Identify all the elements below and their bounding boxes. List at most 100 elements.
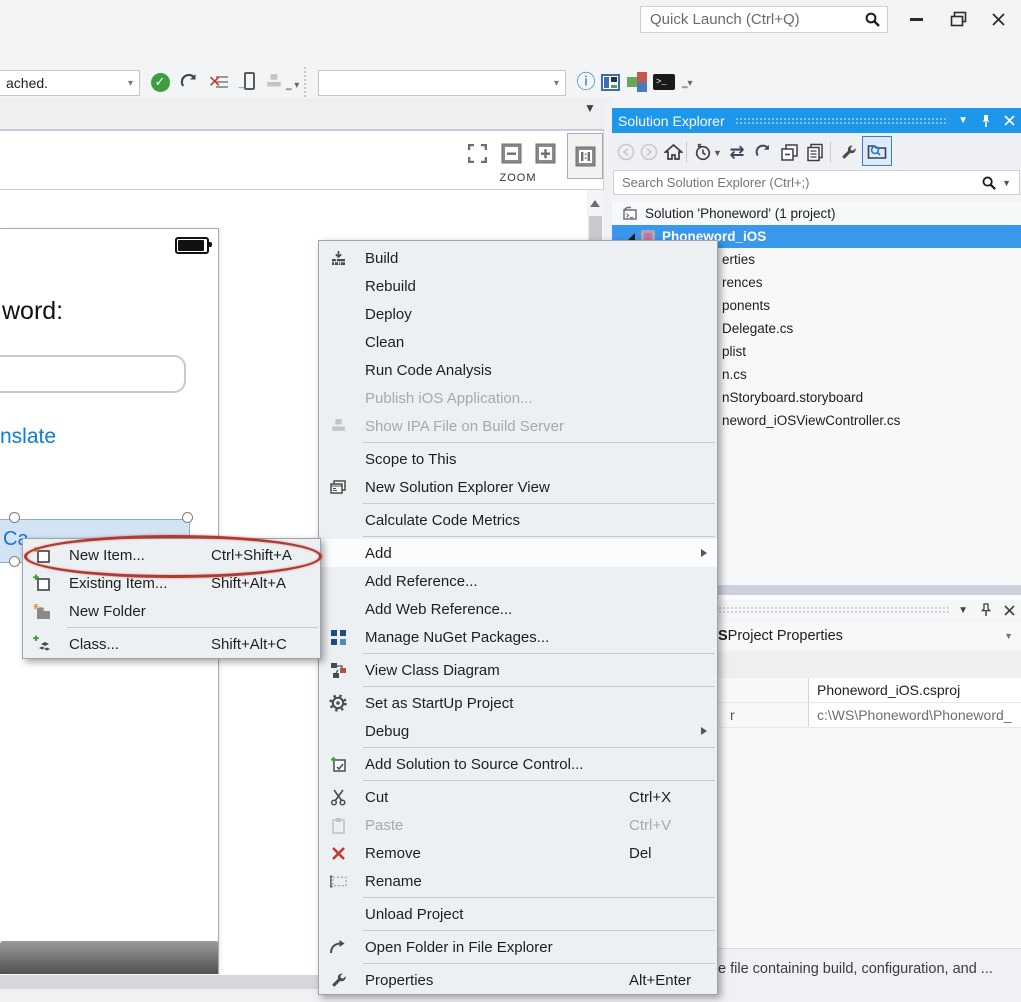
deploy-device-button[interactable]: →: [234, 70, 258, 94]
zoom-out-button[interactable]: [498, 140, 524, 166]
pin-icon[interactable]: [980, 114, 992, 128]
solution-explorer-search[interactable]: Search Solution Explorer (Ctrl+;) ▼: [613, 170, 1020, 195]
back-icon[interactable]: [615, 141, 637, 163]
menu-item-set-as-startup[interactable]: Set as StartUp Project: [319, 689, 717, 717]
menu-separator: [363, 897, 715, 898]
menu-item-rename[interactable]: Rename: [319, 867, 717, 895]
zoom-label: ZOOM: [466, 172, 570, 184]
expander-icon[interactable]: [628, 233, 635, 240]
curved-arrow-icon: [329, 938, 347, 956]
selection-handle[interactable]: [9, 512, 20, 523]
minimize-button[interactable]: [902, 8, 930, 30]
menu-item-unload-project[interactable]: Unload Project: [319, 900, 717, 928]
refresh-button[interactable]: [177, 70, 201, 94]
chevron-down-icon[interactable]: ▼: [958, 115, 968, 126]
search-icon[interactable]: [864, 11, 881, 28]
menu-item-add[interactable]: Add: [319, 539, 717, 567]
collapse-all-icon[interactable]: [778, 141, 800, 163]
chevron-down-icon[interactable]: ▼: [1002, 178, 1011, 188]
home-icon[interactable]: [662, 141, 684, 163]
properties-wrench-icon[interactable]: [837, 141, 859, 163]
debug-target-combobox[interactable]: ached. ▾: [0, 70, 140, 96]
show-all-files-icon[interactable]: [804, 141, 826, 163]
menu-item-add-reference[interactable]: Add Reference...: [319, 567, 717, 595]
info-button[interactable]: ⓘ: [574, 70, 598, 94]
menu-item-new-solution-explorer-view[interactable]: New Solution Explorer View: [319, 473, 717, 501]
menu-separator: [363, 780, 715, 781]
menu-item-add-to-source-control[interactable]: Add Solution to Source Control...: [319, 750, 717, 778]
pending-changes-filter-icon[interactable]: [692, 141, 714, 163]
zoom-in-button[interactable]: [532, 140, 558, 166]
selection-handle[interactable]: [9, 556, 20, 567]
refresh-icon[interactable]: [752, 141, 774, 163]
property-value[interactable]: c:\WS\Phoneword\Phoneword_: [808, 703, 1021, 727]
components-button[interactable]: [625, 70, 649, 94]
phone-label-fragment: word:: [2, 297, 63, 326]
document-overflow-button[interactable]: ▼: [584, 101, 596, 115]
preview-selected-items-button[interactable]: [862, 136, 892, 166]
stamp-icon: [329, 417, 347, 435]
close-icon[interactable]: [1004, 605, 1015, 616]
titlebar-texture: [735, 117, 948, 125]
menu-item-add-web-reference[interactable]: Add Web Reference...: [319, 595, 717, 623]
forward-icon[interactable]: [638, 141, 660, 163]
menu-item-rebuild[interactable]: Rebuild: [319, 272, 717, 300]
menu-item-run-code-analysis[interactable]: Run Code Analysis: [319, 356, 717, 384]
menu-item-clean[interactable]: Clean: [319, 328, 717, 356]
minus-square-icon: [501, 143, 522, 164]
phone-translate-link-fragment[interactable]: nslate: [0, 425, 56, 449]
menu-item-cut[interactable]: Cut Ctrl+X: [319, 783, 717, 811]
console-button[interactable]: >_: [652, 70, 676, 94]
clear-list-button[interactable]: ✕: [206, 70, 230, 94]
zoom-fit-button[interactable]: [464, 140, 490, 166]
submenu-item-new-folder[interactable]: New Folder: [23, 597, 320, 625]
property-value[interactable]: Phoneword_iOS.csproj: [808, 678, 1021, 702]
fit-to-window-icon: [468, 144, 487, 163]
toolbar-combobox-2[interactable]: ▾: [318, 70, 566, 96]
scroll-up-icon[interactable]: [590, 200, 600, 207]
close-button[interactable]: [984, 8, 1012, 30]
menu-item-show-ipa[interactable]: Show IPA File on Build Server: [319, 412, 717, 440]
menu-item-deploy[interactable]: Deploy: [319, 300, 717, 328]
chevron-down-icon: ▼: [584, 101, 596, 115]
menu-item-view-class-diagram[interactable]: View Class Diagram: [319, 656, 717, 684]
sync-active-document-icon[interactable]: ⇄: [726, 141, 748, 163]
phone-text-field[interactable]: [0, 355, 186, 393]
restore-button[interactable]: [944, 8, 972, 30]
menu-separator: [363, 930, 715, 931]
tree-row-solution[interactable]: Solution 'Phoneword' (1 project): [612, 202, 1021, 225]
pin-icon[interactable]: [980, 603, 992, 617]
menu-item-scope-to-this[interactable]: Scope to This: [319, 445, 717, 473]
solution-explorer-titlebar[interactable]: Solution Explorer ▼: [612, 108, 1021, 133]
close-icon[interactable]: [1004, 115, 1015, 126]
menu-item-manage-nuget[interactable]: Manage NuGet Packages...: [319, 623, 717, 651]
chevron-down-icon[interactable]: ▼: [713, 148, 722, 158]
search-icon[interactable]: [981, 175, 997, 191]
menu-item-publish-ios[interactable]: Publish iOS Application...: [319, 384, 717, 412]
document-tab-well: [0, 98, 604, 131]
quick-launch-box[interactable]: Quick Launch (Ctrl+Q): [640, 6, 888, 33]
zoom-actual-size-button[interactable]: [567, 133, 603, 179]
menu-item-properties[interactable]: Properties Alt+Enter: [319, 966, 717, 994]
toolbar-overflow-button[interactable]: ‗ ▾: [286, 80, 299, 91]
toolbar-overflow-button-2[interactable]: ‗▾: [682, 78, 693, 89]
phone-bottom-bar: [0, 941, 219, 974]
menu-item-paste[interactable]: Paste Ctrl+V: [319, 811, 717, 839]
forms-designer-button[interactable]: [598, 70, 622, 94]
menu-item-build[interactable]: Build: [319, 244, 717, 272]
chevron-down-icon[interactable]: ▼: [958, 605, 968, 616]
submenu-item-class[interactable]: Class... Shift+Alt+C: [23, 630, 320, 658]
menu-item-open-folder[interactable]: Open Folder in File Explorer: [319, 933, 717, 961]
green-check-icon: ✓: [151, 73, 170, 92]
colored-cubes-icon: [627, 72, 647, 92]
menu-item-remove[interactable]: Remove Del: [319, 839, 717, 867]
toolbar-separator: [686, 142, 687, 162]
toolbar-grip[interactable]: [303, 66, 307, 98]
menu-item-calculate-code-metrics[interactable]: Calculate Code Metrics: [319, 506, 717, 534]
menu-item-debug[interactable]: Debug: [319, 717, 717, 745]
clipboard-icon: [329, 816, 347, 834]
run-checks-button[interactable]: ✓: [148, 70, 172, 94]
stamp-disabled-button[interactable]: [262, 70, 286, 94]
menu-separator: [363, 686, 715, 687]
selection-handle[interactable]: [182, 512, 193, 523]
